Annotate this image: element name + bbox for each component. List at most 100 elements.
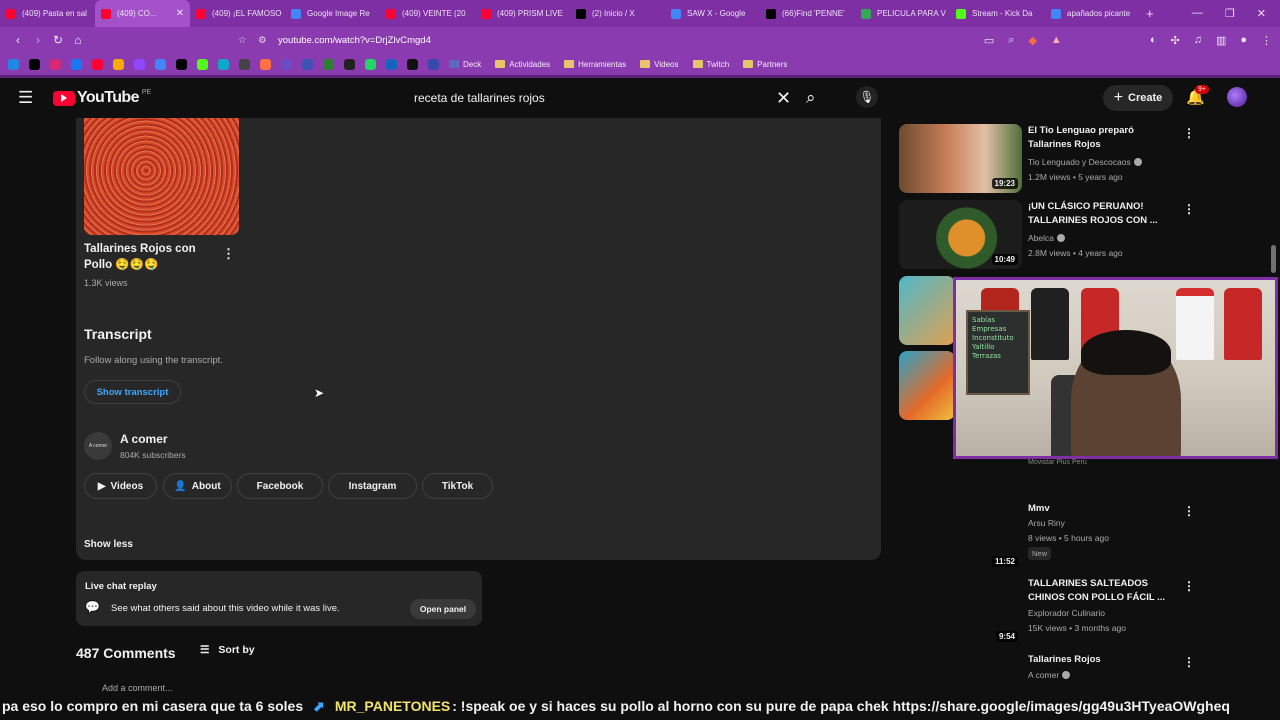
recommendation-channel[interactable]: Tio Lenguado y Descocaos (1028, 157, 1142, 167)
youtube-logo[interactable]: YouTube PE (53, 89, 151, 107)
maximize-button[interactable]: ❐ (1225, 7, 1235, 20)
bookmark-app-icon[interactable] (218, 58, 229, 70)
back-icon[interactable]: ‹ (8, 33, 28, 47)
whatsapp-icon[interactable] (365, 58, 376, 70)
browser-tab[interactable]: Stream - Kick Da (950, 0, 1045, 27)
recommendation-thumbnail[interactable]: 19:23 (899, 124, 1022, 193)
show-less-button[interactable]: Show less (84, 539, 133, 550)
mic-icon[interactable]: 🎙 (856, 86, 878, 108)
bookmark-folder[interactable]: Herramientas (564, 60, 626, 69)
recommendation-thumbnail[interactable]: 11:52 (899, 502, 1022, 571)
video-card-title[interactable]: Tallarines Rojos con Pollo 🤤🤤🤤 (84, 241, 204, 273)
address-bar[interactable]: ☆ ⚙ youtube.com/watch?v=DrjZlvCmgd4 (238, 35, 431, 46)
recommendation-thumbnail[interactable]: 9:54 (899, 577, 1022, 646)
account-avatar[interactable] (1227, 87, 1247, 107)
recommendation-title[interactable]: TALLARINES SALTEADOS CHINOS CON POLLO FÁ… (1028, 577, 1173, 605)
forward-icon[interactable]: › (28, 33, 48, 47)
search-box[interactable]: receta de tallarines rojos ✕ (400, 78, 800, 118)
bookmark-app-icon[interactable] (8, 58, 19, 70)
browser-tab[interactable]: (409) ¡EL FAMOSO (190, 0, 285, 27)
site-info-icon[interactable]: ⚙ (258, 35, 272, 46)
open-panel-button[interactable]: Open panel (410, 599, 476, 619)
notifications-bell-icon[interactable]: 🔔 9+ (1186, 85, 1209, 106)
more-actions-icon[interactable]: ⋮ (1183, 126, 1195, 140)
recommendation-channel[interactable]: Abelca (1028, 233, 1065, 243)
bookmark-icon[interactable]: ☆ (238, 35, 252, 46)
sidebar-icon[interactable]: ▥ (1216, 34, 1226, 47)
bookmark-app-icon[interactable] (386, 58, 397, 70)
more-actions-icon[interactable]: ⋮ (1183, 579, 1195, 593)
search-icon[interactable]: ⌕ (806, 88, 816, 108)
about-chip[interactable]: 👤 About (163, 473, 232, 499)
more-actions-icon[interactable]: ⋮ (222, 246, 235, 262)
twitch-icon[interactable] (134, 58, 145, 70)
bookmark-app-icon[interactable] (260, 58, 271, 70)
google-icon[interactable] (155, 58, 166, 70)
youtube-icon[interactable] (92, 58, 103, 70)
browser-tab[interactable]: SAW X - Google (665, 0, 760, 27)
url-text[interactable]: youtube.com/watch?v=DrjZlvCmgd4 (278, 35, 431, 46)
more-actions-icon[interactable]: ⋮ (1183, 655, 1195, 669)
sort-by-button[interactable]: ☰ Sort by (200, 644, 255, 656)
recommendation-title[interactable]: ¡UN CLÁSICO PERUANO! TALLARINES ROJOS CO… (1028, 200, 1173, 228)
browser-tab[interactable]: apañados picante (1045, 0, 1140, 27)
bookmark-app-icon[interactable] (281, 58, 292, 70)
bookmark-app-icon[interactable] (113, 58, 124, 70)
more-actions-icon[interactable]: ⋮ (1183, 504, 1195, 518)
close-window-button[interactable]: ✕ (1257, 7, 1266, 20)
kick-icon[interactable] (197, 58, 208, 70)
browser-tab[interactable]: (66)Find 'PENNE' (760, 0, 855, 27)
channel-avatar[interactable]: A comer (84, 432, 112, 460)
x-icon[interactable] (176, 58, 187, 70)
show-transcript-button[interactable]: Show transcript (84, 380, 181, 404)
recommendation-channel[interactable]: Explorador Culinario (1028, 608, 1105, 618)
bookmark-folder[interactable]: Twitch (692, 60, 729, 69)
bookmark-folder[interactable]: Partners (743, 60, 787, 69)
videos-chip[interactable]: ▶ Videos (84, 473, 157, 499)
facebook-chip[interactable]: Facebook (237, 473, 323, 499)
instagram-chip[interactable]: Instagram (328, 473, 417, 499)
browser-tab[interactable]: (409) VEINTE (20 (380, 0, 475, 27)
browser-tab[interactable]: (409) CO... ✕ (95, 0, 190, 27)
sidebar-scrollbar[interactable] (1271, 245, 1276, 273)
close-tab-icon[interactable]: ✕ (176, 8, 184, 19)
recommendation-thumbnail[interactable] (899, 351, 955, 420)
puzzle-icon[interactable]: ✣ (1170, 34, 1179, 47)
tiktok-chip[interactable]: TikTok (422, 473, 493, 499)
browser-tab[interactable]: Google Image Re (285, 0, 380, 27)
home-icon[interactable]: ⌂ (68, 33, 88, 47)
browser-menu-icon[interactable]: ⋮ (1261, 34, 1272, 47)
instagram-icon[interactable] (50, 58, 61, 70)
warning-icon[interactable]: ▲ (1051, 34, 1062, 47)
recommendation-channel[interactable]: Arsu Riny (1028, 518, 1065, 528)
bookmark-folder[interactable]: Deck (449, 60, 481, 69)
channel-name[interactable]: A comer (120, 432, 168, 446)
bookmark-folder[interactable]: Videos (640, 60, 679, 69)
music-icon[interactable]: ♫ (1194, 34, 1202, 47)
new-tab-button[interactable]: + (1146, 6, 1154, 21)
create-button[interactable]: + Create (1103, 85, 1173, 111)
recommendation-title[interactable]: Tallarines Rojos (1028, 653, 1173, 667)
bookmark-folder[interactable]: Actividades (495, 60, 550, 69)
bookmark-app-icon[interactable] (344, 58, 355, 70)
reload-icon[interactable]: ↻ (48, 33, 68, 47)
profile-icon[interactable]: ● (1240, 34, 1247, 47)
minimize-button[interactable]: — (1192, 7, 1203, 20)
cast-icon[interactable]: ▭ (984, 34, 994, 47)
browser-tab[interactable]: (409) PRISM LIVE (475, 0, 570, 27)
recommendation-thumbnail[interactable]: 10:49 (899, 200, 1022, 269)
browser-tab[interactable]: (409) Pasta en sal (0, 0, 95, 27)
deck-icon[interactable] (428, 58, 439, 70)
recommendation-title[interactable]: El Tio Lenguao preparó Tallarines Rojos (1028, 124, 1173, 152)
recommendation-channel[interactable]: A comer (1028, 670, 1071, 680)
facebook-icon[interactable] (71, 58, 82, 70)
browser-tab[interactable]: (2) Inicio / X (570, 0, 665, 27)
browser-tab[interactable]: PELICULA PARA V (855, 0, 950, 27)
bookmark-app-icon[interactable] (302, 58, 313, 70)
tiktok-icon[interactable] (29, 58, 40, 70)
bookmark-app-icon[interactable] (407, 58, 418, 70)
recommendation-thumbnail[interactable] (899, 276, 955, 345)
extension-icon[interactable]: ◐ (1150, 34, 1157, 47)
hamburger-menu-icon[interactable]: ☰ (18, 89, 34, 106)
bookmark-app-icon[interactable] (323, 58, 334, 70)
